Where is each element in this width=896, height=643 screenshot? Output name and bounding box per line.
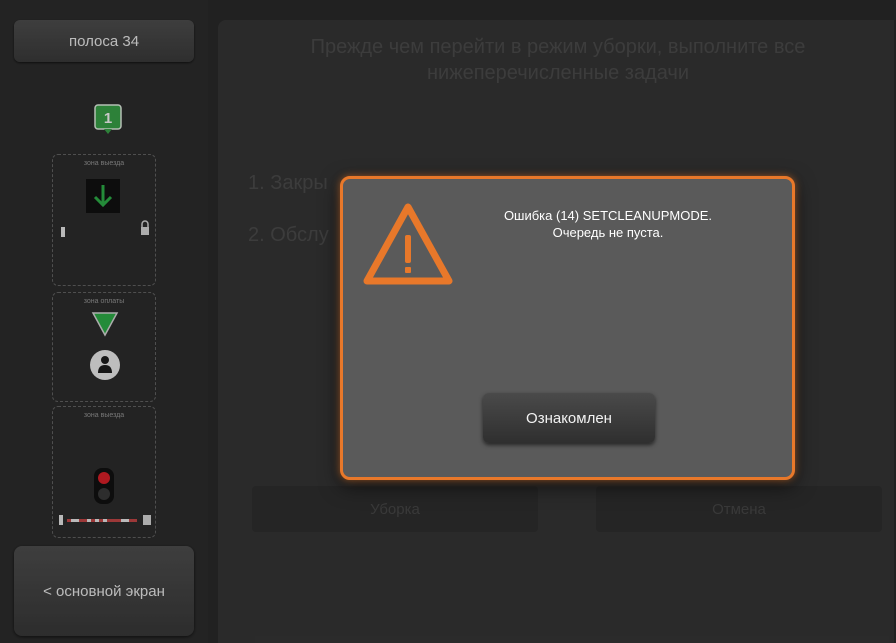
acknowledge-label: Ознакомлен	[526, 409, 612, 427]
warning-icon	[363, 203, 453, 285]
error-message: Ошибка (14) SETCLEANUPMODE. Очередь не п…	[443, 207, 773, 241]
acknowledge-button[interactable]: Ознакомлен	[483, 393, 655, 443]
error-message-line1: Ошибка (14) SETCLEANUPMODE.	[503, 208, 713, 223]
error-message-line2: Очередь не пуста.	[552, 225, 664, 240]
error-dialog: Ошибка (14) SETCLEANUPMODE. Очередь не п…	[340, 176, 795, 480]
